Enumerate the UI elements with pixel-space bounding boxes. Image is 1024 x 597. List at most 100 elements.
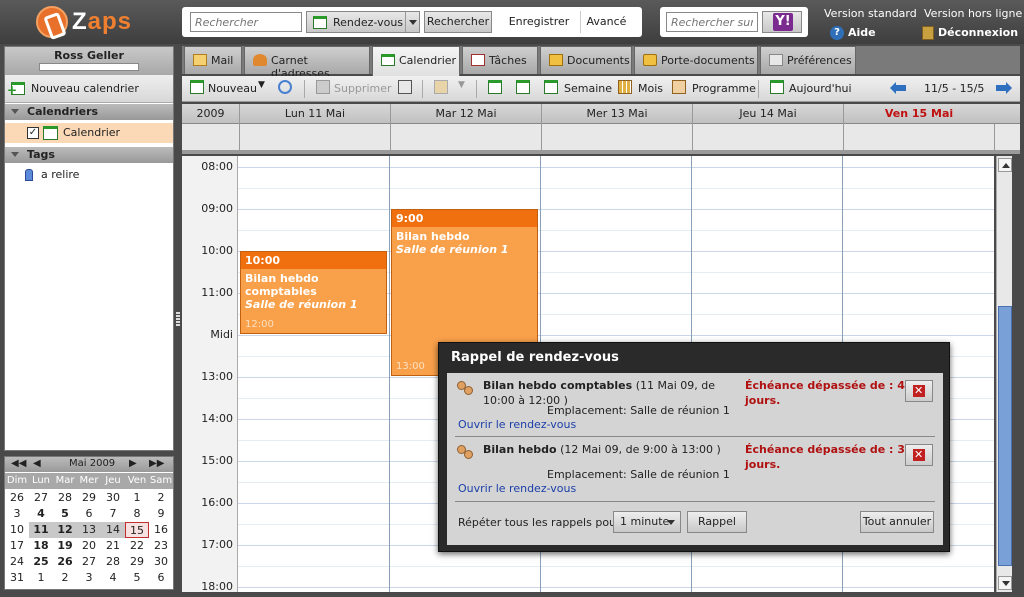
mini-calendar-day[interactable]: 27 <box>77 554 101 570</box>
mini-calendar-day[interactable]: 18 <box>29 538 53 554</box>
mini-calendar-day[interactable]: 28 <box>101 554 125 570</box>
mini-calendar-day[interactable]: 3 <box>5 506 29 522</box>
mini-calendar-day[interactable]: 2 <box>149 490 173 506</box>
mini-calendar-day[interactable]: 17 <box>5 538 29 554</box>
grid-scrollbar[interactable] <box>996 156 1012 592</box>
mini-calendar-day[interactable]: 21 <box>101 538 125 554</box>
day-header-fri[interactable]: Ven 15 Mai <box>843 104 994 124</box>
new-calendar-button[interactable]: Nouveau calendrier <box>5 75 173 103</box>
today-button[interactable]: Aujourd'hui <box>789 79 852 99</box>
tab-documents[interactable]: Documents <box>540 46 632 74</box>
web-search-input[interactable] <box>666 12 758 32</box>
mini-calendar-day[interactable]: 6 <box>77 506 101 522</box>
tab-mail[interactable]: Mail <box>184 46 242 74</box>
tag-item[interactable]: a relire <box>5 167 173 185</box>
scroll-thumb[interactable] <box>998 306 1012 566</box>
search-button[interactable]: Rechercher <box>424 11 492 33</box>
next-month-button[interactable]: ▶ <box>129 458 137 469</box>
dismiss-reminder-button[interactable] <box>905 380 933 402</box>
mini-calendar-day[interactable]: 1 <box>29 570 53 586</box>
scroll-up-button[interactable] <box>998 158 1012 172</box>
tab-address-book[interactable]: Carnet d'adresses <box>244 46 370 80</box>
schedule-view-button[interactable]: Programme <box>692 79 756 99</box>
mini-calendar-day[interactable]: 1 <box>125 490 149 506</box>
mini-calendar-day[interactable]: 4 <box>29 506 53 522</box>
day-header-wed[interactable]: Mer 13 Mai <box>541 104 692 124</box>
mini-calendar-day[interactable]: 2 <box>53 570 77 586</box>
tag-dropdown-icon[interactable]: ▼ <box>458 77 465 97</box>
save-search-button[interactable]: Enregistrer <box>504 11 574 33</box>
refresh-icon[interactable] <box>278 80 292 94</box>
mini-calendar-day[interactable]: 22 <box>125 538 149 554</box>
prev-month-button[interactable]: ◀ <box>33 458 41 469</box>
mini-calendar-day[interactable]: 4 <box>101 570 125 586</box>
calendar-checkbox[interactable]: ✓ <box>27 127 39 139</box>
offline-version-link[interactable]: Version hors ligne <box>924 7 1022 20</box>
delete-button[interactable]: Supprimer <box>334 79 392 99</box>
mini-calendar-day[interactable]: 26 <box>5 490 29 506</box>
mini-calendar-day[interactable]: 29 <box>77 490 101 506</box>
mini-calendar-day[interactable]: 27 <box>29 490 53 506</box>
tags-section-header[interactable]: Tags <box>5 147 173 163</box>
open-appointment-link[interactable]: Ouvrir le rendez-vous <box>458 482 576 495</box>
mini-calendar-day[interactable]: 25 <box>29 554 53 570</box>
tab-tasks[interactable]: Tâches <box>462 46 538 74</box>
new-button[interactable]: Nouveau <box>208 79 257 99</box>
web-search-button[interactable]: Y! <box>762 11 802 33</box>
week-view-button[interactable]: Semaine <box>564 79 612 99</box>
tab-preferences[interactable]: Préférences <box>760 46 856 74</box>
new-dropdown-icon[interactable]: ▼ <box>258 77 265 97</box>
mini-calendar-day[interactable]: 16 <box>149 522 173 538</box>
mini-calendar-day[interactable]: 8 <box>125 506 149 522</box>
print-icon[interactable] <box>398 80 412 94</box>
dismiss-reminder-button[interactable] <box>905 444 933 466</box>
tag-menu-icon[interactable] <box>434 80 448 94</box>
previous-week-button[interactable] <box>890 82 906 94</box>
open-appointment-link[interactable]: Ouvrir le rendez-vous <box>458 418 576 431</box>
calendars-section-header[interactable]: Calendriers <box>5 104 173 120</box>
mini-calendar-day[interactable]: 20 <box>77 538 101 554</box>
search-type-select[interactable]: Rendez-vous <box>306 11 420 33</box>
mini-calendar-day[interactable]: 30 <box>101 490 125 506</box>
snooze-duration-select[interactable]: 1 minute <box>613 511 681 533</box>
mini-calendar-day[interactable]: 15 <box>125 522 149 538</box>
search-input[interactable] <box>190 12 302 32</box>
mini-calendar-day[interactable]: 9 <box>149 506 173 522</box>
day-header-mon[interactable]: Lun 11 Mai <box>239 104 390 124</box>
mini-calendar-day[interactable]: 19 <box>53 538 77 554</box>
work-week-view-icon[interactable] <box>516 80 530 94</box>
mini-calendar-day[interactable]: 24 <box>5 554 29 570</box>
mini-calendar-day[interactable]: 6 <box>149 570 173 586</box>
mini-calendar-day[interactable]: 11 <box>29 522 53 538</box>
all-day-row[interactable] <box>182 124 1020 154</box>
mini-calendar-day[interactable]: 5 <box>53 506 77 522</box>
mini-calendar-day[interactable]: 5 <box>125 570 149 586</box>
calendar-list-item[interactable]: ✓ Calendrier <box>5 123 173 143</box>
day-header-thu[interactable]: Jeu 14 Mai <box>692 104 843 124</box>
snooze-button[interactable]: Rappel <box>687 511 747 533</box>
standard-version-link[interactable]: Version standard <box>824 7 917 20</box>
mini-calendar-day[interactable]: 23 <box>149 538 173 554</box>
mini-calendar-day[interactable]: 10 <box>5 522 29 538</box>
dismiss-all-button[interactable]: Tout annuler <box>860 511 934 533</box>
month-view-button[interactable]: Mois <box>638 79 663 99</box>
tab-briefcase[interactable]: Porte-documents <box>634 46 758 74</box>
mini-calendar-day[interactable]: 7 <box>101 506 125 522</box>
day-header-tue[interactable]: Mar 12 Mai <box>390 104 541 124</box>
mini-calendar-day[interactable]: 13 <box>77 522 101 538</box>
mini-calendar-day[interactable]: 31 <box>5 570 29 586</box>
day-view-icon[interactable] <box>488 80 502 94</box>
mini-calendar-day[interactable]: 26 <box>53 554 77 570</box>
mini-calendar-day[interactable]: 3 <box>77 570 101 586</box>
panel-splitter[interactable] <box>176 312 180 326</box>
next-week-button[interactable] <box>996 82 1012 94</box>
mini-calendar-day[interactable]: 29 <box>125 554 149 570</box>
mini-calendar-day[interactable]: 28 <box>53 490 77 506</box>
tab-calendar[interactable]: Calendrier <box>372 46 460 76</box>
mini-calendar-day[interactable]: 30 <box>149 554 173 570</box>
next-year-button[interactable]: ▶▶ <box>149 458 164 469</box>
mini-calendar-day[interactable]: 12 <box>53 522 77 538</box>
prev-year-button[interactable]: ◀◀ <box>11 458 26 469</box>
logout-link[interactable]: Déconnexion <box>922 26 1018 40</box>
help-link[interactable]: ? Aide <box>830 26 876 40</box>
